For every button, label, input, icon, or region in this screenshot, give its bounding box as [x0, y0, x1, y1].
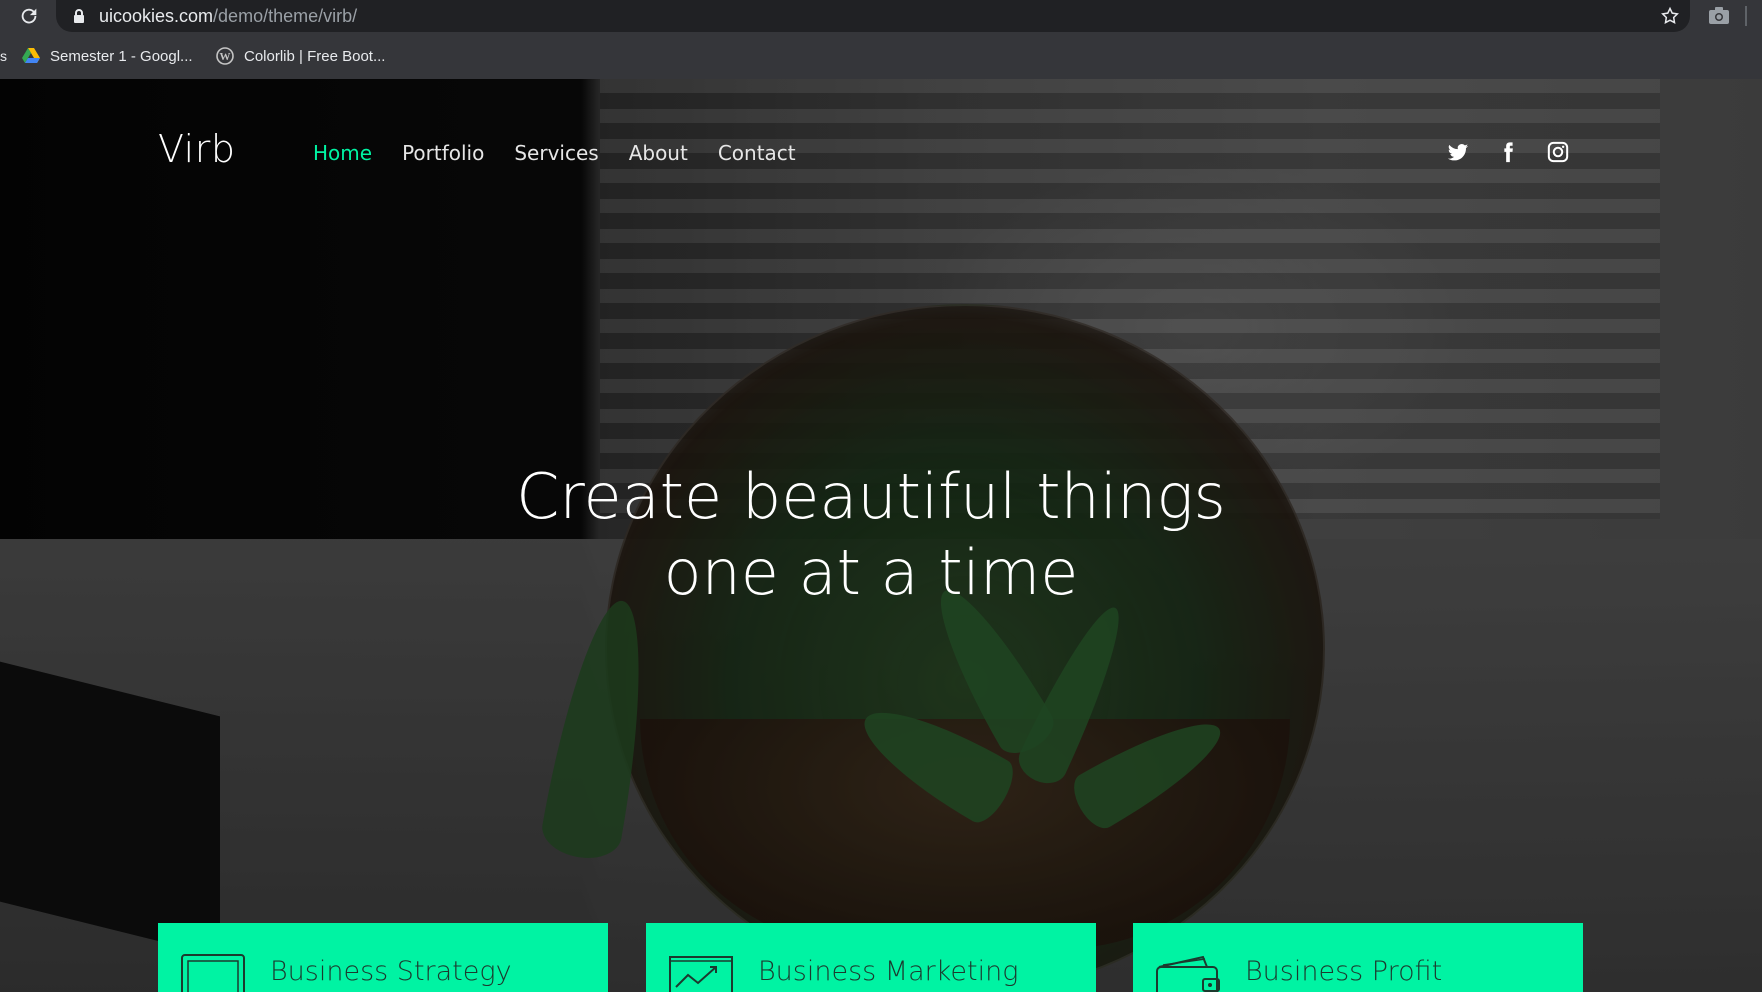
- bookmark-overflow-edge: s: [0, 48, 7, 64]
- facebook-icon[interactable]: [1497, 141, 1519, 163]
- reload-icon[interactable]: [18, 5, 40, 27]
- svg-text:W: W: [220, 51, 231, 63]
- card-business-profit[interactable]: Business Profit: [1133, 923, 1583, 992]
- browser-chrome: uicookies.com/demo/theme/virb/ s Semeste…: [0, 0, 1762, 79]
- url-text: uicookies.com/demo/theme/virb/: [99, 6, 357, 27]
- nav-home[interactable]: Home: [313, 141, 372, 165]
- nav-services[interactable]: Services: [514, 141, 598, 165]
- wallet-icon: [1156, 955, 1220, 992]
- nav-about[interactable]: About: [629, 141, 688, 165]
- camera-icon[interactable]: [1708, 6, 1730, 26]
- bookmark-label: Colorlib | Free Boot...: [244, 47, 386, 65]
- lock-icon: [74, 9, 84, 23]
- service-cards: Business Strategy Business Marketing Bus…: [158, 923, 1584, 992]
- headline-line-2: one at a time: [663, 536, 1079, 609]
- toolbar-divider: [1745, 6, 1747, 26]
- nav-contact[interactable]: Contact: [718, 141, 796, 165]
- address-bar[interactable]: uicookies.com/demo/theme/virb/: [56, 0, 1690, 32]
- bookmark-label: Semester 1 - Googl...: [50, 47, 193, 65]
- url-path: /demo/theme/virb/: [213, 6, 358, 26]
- instagram-icon[interactable]: [1547, 141, 1569, 163]
- nav-portfolio[interactable]: Portfolio: [402, 141, 484, 165]
- address-row: uicookies.com/demo/theme/virb/: [0, 0, 1762, 32]
- site-logo[interactable]: Virb: [158, 127, 235, 171]
- card-business-marketing[interactable]: Business Marketing: [646, 923, 1096, 992]
- twitter-icon[interactable]: [1447, 141, 1469, 163]
- bookmark-semester[interactable]: Semester 1 - Googl...: [22, 44, 193, 68]
- hero-headline: Create beautiful things one at a time: [0, 459, 1742, 611]
- card-business-strategy[interactable]: Business Strategy: [158, 923, 608, 992]
- bookmark-colorlib[interactable]: W Colorlib | Free Boot...: [216, 44, 385, 68]
- social-links: [1447, 141, 1569, 163]
- main-menu: Home Portfolio Services About Contact: [313, 141, 796, 165]
- site-navbar: Virb Home Portfolio Services About Conta…: [0, 79, 1762, 209]
- headline-line-1: Create beautiful things: [516, 460, 1226, 533]
- bookmarks-bar: s Semester 1 - Googl... W Colorlib | Fre…: [0, 40, 1762, 72]
- monitor-icon: [181, 954, 245, 992]
- card-title: Business Marketing: [758, 956, 1019, 987]
- google-drive-icon: [22, 48, 40, 63]
- bookmark-star-icon[interactable]: [1660, 6, 1680, 26]
- card-title: Business Profit: [1245, 956, 1443, 987]
- card-title: Business Strategy: [270, 956, 512, 987]
- chart-trend-icon: [669, 956, 733, 992]
- url-host: uicookies.com: [99, 6, 214, 26]
- wordpress-icon: W: [216, 47, 234, 65]
- webpage: Virb Home Portfolio Services About Conta…: [0, 79, 1762, 992]
